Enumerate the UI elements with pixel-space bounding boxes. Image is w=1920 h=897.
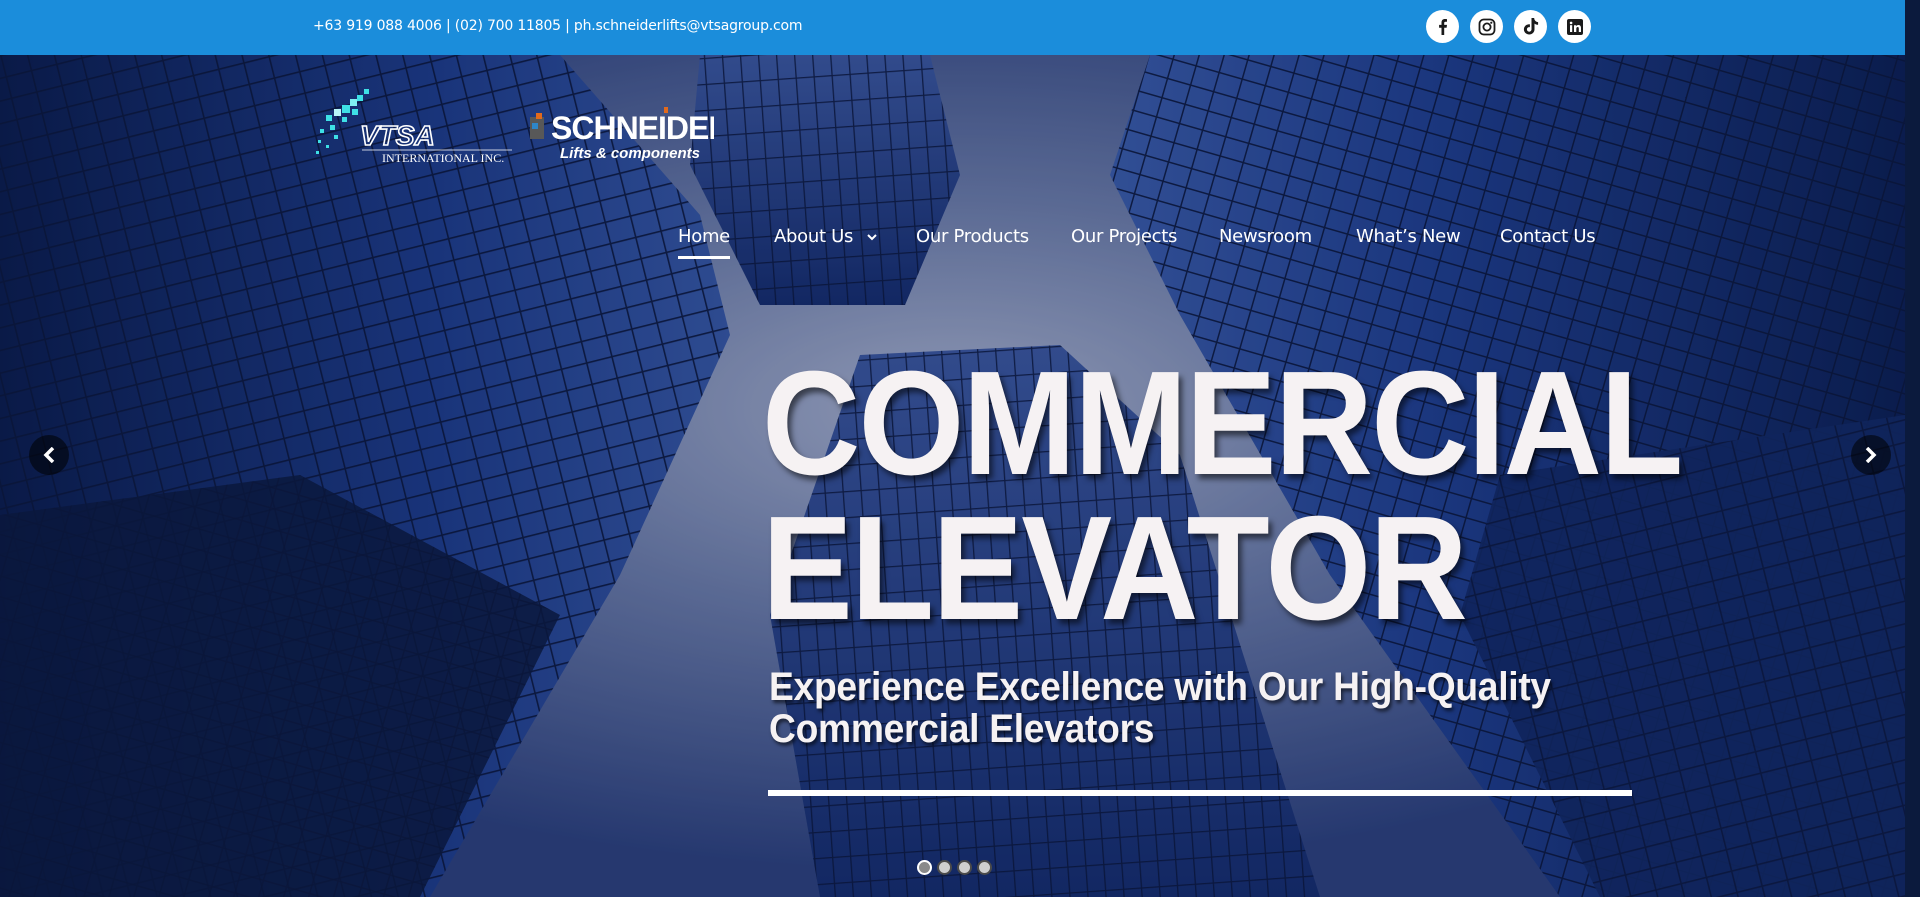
hero-headline-line2: ELEVATOR <box>762 486 1468 651</box>
slider-dot-4[interactable] <box>977 860 992 875</box>
tiktok-button[interactable] <box>1514 10 1547 43</box>
nav-home[interactable]: Home <box>678 226 730 259</box>
nav-our-projects[interactable]: Our Projects <box>1071 226 1177 247</box>
scrollbar-track[interactable] <box>1905 0 1920 897</box>
hero-headline-line1: COMMERCIAL <box>762 341 1683 506</box>
contact-info: +63 919 088 4006 | (02) 700 11805 | ph.s… <box>313 18 803 34</box>
vtsa-logo[interactable]: VTSA INTERNATIONAL INC. <box>312 85 512 170</box>
chevron-left-icon <box>43 447 55 463</box>
hero-divider <box>768 790 1632 796</box>
vtsa-logo-text: VTSA <box>360 120 435 151</box>
slider-prev-button[interactable] <box>29 435 69 475</box>
nav-contact-us[interactable]: Contact Us <box>1500 226 1596 247</box>
nav-newsroom[interactable]: Newsroom <box>1219 226 1312 247</box>
linkedin-icon <box>1566 18 1583 35</box>
facebook-button[interactable] <box>1426 10 1459 43</box>
slider-next-button[interactable] <box>1851 435 1891 475</box>
slider-pagination <box>917 860 992 875</box>
slider-dot-2[interactable] <box>937 860 952 875</box>
social-links <box>1426 10 1591 43</box>
nav-about-us[interactable]: About Us <box>774 226 877 247</box>
tiktok-icon <box>1523 18 1538 35</box>
hero-subheadline-line2: Commercial Elevators <box>769 707 1155 751</box>
chevron-down-icon <box>866 233 877 240</box>
slider-dot-3[interactable] <box>957 860 972 875</box>
instagram-icon <box>1478 18 1495 35</box>
nav-whats-new[interactable]: What’s New <box>1356 226 1461 247</box>
nav-about-us-label: About Us <box>774 226 854 247</box>
nav-our-products[interactable]: Our Products <box>916 226 1029 247</box>
vtsa-logo-sub: INTERNATIONAL INC. <box>382 151 504 165</box>
chevron-right-icon <box>1865 447 1877 463</box>
slider-dot-1[interactable] <box>917 860 932 875</box>
schneider-logo[interactable]: SCHNEIDER Lifts & components <box>528 103 714 165</box>
hero-subheadline: Experience Excellence with Our High-Qual… <box>769 666 1551 750</box>
top-contact-bar: +63 919 088 4006 | (02) 700 11805 | ph.s… <box>0 0 1905 55</box>
hero-headline: COMMERCIAL ELEVATOR <box>762 341 1683 651</box>
instagram-button[interactable] <box>1470 10 1503 43</box>
linkedin-button[interactable] <box>1558 10 1591 43</box>
facebook-icon <box>1438 18 1447 35</box>
hero-subheadline-line1: Experience Excellence with Our High-Qual… <box>769 665 1551 709</box>
schneider-logo-text: SCHNEIDER <box>551 110 714 146</box>
schneider-logo-sub: Lifts & components <box>560 145 700 162</box>
